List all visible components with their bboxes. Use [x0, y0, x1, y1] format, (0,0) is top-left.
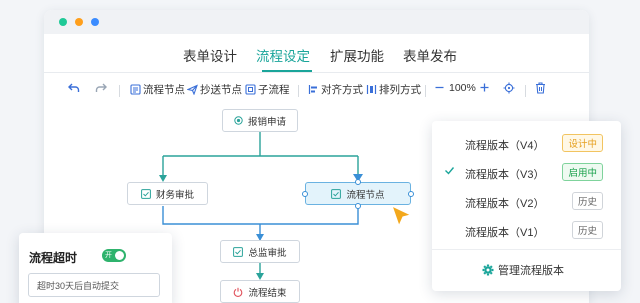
approve-icon [233, 246, 244, 257]
connection-handle-top[interactable] [355, 179, 361, 185]
manage-versions-label: 管理流程版本 [498, 265, 564, 277]
process-node-icon [130, 84, 141, 95]
sub-process-label: 子流程 [258, 84, 290, 96]
toggle-label: 开 [105, 252, 112, 259]
add-process-node-button[interactable]: 流程节点 [130, 82, 185, 97]
toolbar-separator [525, 85, 526, 97]
version-status-badge: 历史 [571, 221, 603, 239]
tabs-divider [44, 72, 589, 73]
check-icon [445, 167, 455, 175]
flow-node-label: 流程结束 [248, 287, 287, 299]
connection-handle-right[interactable] [408, 191, 414, 197]
window-dot-orange[interactable] [75, 18, 83, 26]
title-bar [44, 10, 589, 34]
zoom-out-button[interactable] [434, 82, 445, 93]
gear-icon [482, 264, 494, 276]
toggle-knob [115, 251, 124, 260]
tab-form-design[interactable]: 表单设计 [183, 45, 237, 65]
version-status-badge: 设计中 [562, 134, 603, 152]
tab-bar: 表单设计 流程设定 扩展功能 表单发布 [44, 34, 589, 72]
cc-node-label: 抄送节点 [200, 84, 242, 96]
pointer-cursor-icon [390, 204, 413, 228]
zoom-in-button[interactable] [479, 82, 490, 93]
version-status-badge: 启用中 [562, 163, 603, 181]
manage-versions-button[interactable]: 管理流程版本 [482, 262, 564, 278]
undo-icon [68, 83, 80, 92]
version-item[interactable]: 流程版本（V3） 启用中 [432, 158, 621, 186]
add-cc-node-button[interactable]: 抄送节点 [187, 82, 242, 97]
trash-icon [536, 82, 545, 94]
version-name: 流程版本（V3） [465, 169, 545, 181]
timeout-rule-input[interactable]: 超时30天后自动提交 [28, 273, 160, 297]
window-dot-blue[interactable] [91, 18, 99, 26]
timeout-toggle[interactable]: 开 [102, 249, 126, 262]
version-item[interactable]: 流程版本（V1） 历史 [432, 216, 621, 244]
record-icon [234, 116, 243, 125]
arrange-button[interactable]: 排列方式 [366, 82, 421, 97]
plus-icon [480, 83, 489, 92]
send-icon [187, 84, 198, 95]
arrange-icon [366, 85, 377, 94]
version-name: 流程版本（V2） [465, 198, 545, 210]
sub-process-icon [245, 84, 256, 95]
undo-button[interactable] [68, 82, 80, 94]
tab-form-publish[interactable]: 表单发布 [403, 45, 457, 65]
flow-node-label: 报销申请 [247, 116, 286, 128]
redo-button[interactable] [95, 82, 107, 94]
version-item[interactable]: 流程版本（V4） 设计中 [432, 129, 621, 157]
flow-node-finance[interactable]: 财务审批 [127, 182, 208, 205]
version-status-badge: 历史 [571, 192, 603, 210]
redo-icon [95, 83, 107, 92]
minus-icon [435, 86, 444, 89]
version-divider [432, 249, 621, 250]
locate-icon [503, 82, 515, 94]
align-label: 对齐方式 [321, 84, 363, 96]
version-name: 流程版本（V1） [465, 227, 545, 239]
flow-node-end[interactable]: 流程结束 [220, 280, 300, 303]
flow-node-label: 财务审批 [155, 189, 194, 201]
flow-node-process-selected[interactable]: 流程节点 [305, 182, 411, 205]
tab-extensions[interactable]: 扩展功能 [330, 45, 384, 65]
version-name: 流程版本（V4） [465, 140, 545, 152]
flow-node-start[interactable]: 报销申请 [222, 109, 298, 132]
align-icon [308, 85, 317, 94]
toolbar-separator [298, 85, 299, 97]
toolbar: 流程节点 抄送节点 子流程 对齐方式 排列方式 100% [44, 77, 589, 103]
connection-handle-left[interactable] [302, 191, 308, 197]
arrange-label: 排列方式 [379, 84, 421, 96]
process-node-label: 流程节点 [143, 84, 185, 96]
flow-node-director[interactable]: 总监审批 [220, 240, 300, 263]
timeout-title: 流程超时 [29, 251, 78, 265]
tab-process-settings[interactable]: 流程设定 [256, 45, 310, 65]
connection-handle-bottom[interactable] [355, 203, 361, 209]
toolbar-separator [119, 85, 120, 97]
power-icon [234, 287, 243, 297]
add-sub-process-button[interactable]: 子流程 [245, 82, 290, 97]
locate-button[interactable] [503, 82, 515, 94]
version-item[interactable]: 流程版本（V2） 历史 [432, 187, 621, 215]
zoom-level: 100% [449, 82, 476, 94]
approve-icon [141, 188, 151, 199]
align-button[interactable]: 对齐方式 [308, 82, 363, 97]
approve-icon [331, 188, 342, 199]
version-panel: 流程版本（V4） 设计中 流程版本（V3） 启用中 流程版本（V2） 历史 流程版本（V1）… [432, 121, 621, 291]
timeout-panel: 流程超时 开 超时30天后自动提交 [19, 233, 172, 303]
flow-node-label: 总监审批 [248, 247, 287, 259]
window-dot-green[interactable] [59, 18, 67, 26]
delete-button[interactable] [535, 82, 546, 94]
flow-node-label: 流程节点 [346, 189, 385, 201]
toolbar-separator [425, 85, 426, 97]
